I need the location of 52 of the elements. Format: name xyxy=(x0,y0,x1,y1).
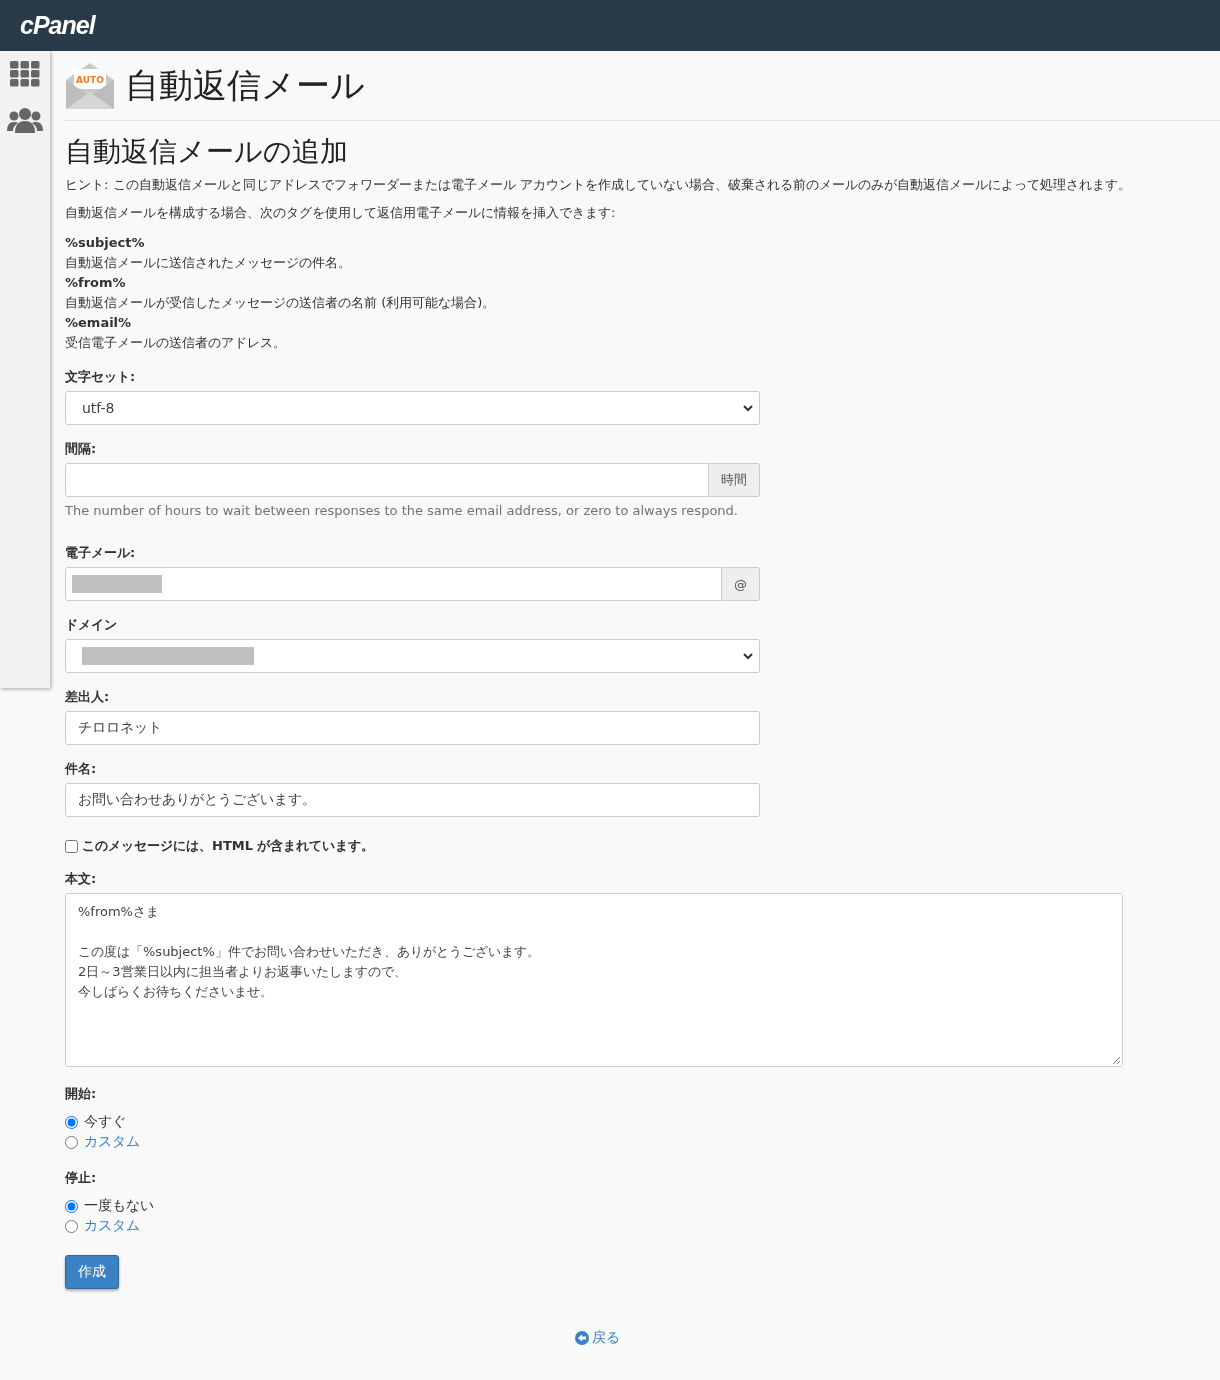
charset-select[interactable]: utf-8 xyxy=(65,391,760,425)
field-label: 件名: xyxy=(65,760,98,778)
page-title: 自動返信メール xyxy=(125,63,365,107)
field-label: 開始: xyxy=(65,1085,98,1103)
field-label: 停止: xyxy=(65,1169,98,1187)
body-text-line: %from%さま xyxy=(78,903,159,921)
body-text-line: 2日～3営業日以内に担当者よりお返事いたしますので、 xyxy=(78,963,407,981)
hint-text: ヒント: この自動返信メールと同じアドレスでフォワーダーまたは電子メール アカウントを作成していない場合、破棄される前のメールのみが自動返信メールによって処理されます。 xyxy=(65,176,1132,194)
grid-icon[interactable] xyxy=(10,61,40,87)
sender-input[interactable]: チロロネット xyxy=(65,711,760,745)
chevron-icon xyxy=(743,652,753,660)
radio-label: カスタム xyxy=(84,1217,140,1235)
radio-label: カスタム xyxy=(84,1133,140,1151)
field-label: ドメイン xyxy=(65,616,118,634)
subject-input[interactable]: お問い合わせありがとうございます。 xyxy=(65,783,760,817)
unit-addon: 時間 xyxy=(709,463,760,497)
body-text-line: この度は「%subject%」件でお問い合わせいただき、ありがとうございます。 xyxy=(78,943,540,961)
tag-description: 受信電子メールの送信者のアドレス。 xyxy=(65,334,287,352)
tag-name: %subject% xyxy=(65,234,146,252)
field-label: 差出人: xyxy=(65,688,111,706)
section-title: 自動返信メールの追加 xyxy=(65,134,349,170)
tag-name: %from% xyxy=(65,274,127,292)
tag-description: 自動返信メールが受信したメッセージの送信者の名前 (利用可能な場合)。 xyxy=(65,294,497,312)
chevron-icon xyxy=(743,404,753,412)
html-checkbox[interactable] xyxy=(65,839,78,853)
radio-label: 一度もない xyxy=(84,1197,154,1215)
radio-button[interactable] xyxy=(65,1199,78,1213)
radio-button[interactable] xyxy=(65,1219,78,1233)
checkbox-label: このメッセージには、HTML が含まれています。 xyxy=(82,837,375,855)
help-text: The number of hours to wait between responses to the same email address, or zero to always respond. xyxy=(65,503,739,518)
field-label: 本文: xyxy=(65,870,98,888)
logo[interactable]: cPanel xyxy=(20,11,95,40)
resize-grip-icon xyxy=(1112,1056,1120,1064)
field-label: 文字セット: xyxy=(65,368,137,386)
radio-button[interactable] xyxy=(65,1135,78,1149)
email-input[interactable] xyxy=(65,567,722,601)
radio-button[interactable] xyxy=(65,1115,78,1129)
tag-description: 自動返信メールに送信されたメッセージの件名。 xyxy=(65,254,352,272)
users-icon[interactable] xyxy=(7,107,43,133)
body-textarea[interactable]: %from%さま この度は「%subject%」件でお問い合わせいただき、ありがとうございます。 2日～3営業日以内に担当者よりお返事いたしますので、 今しばらくお待ちくださいませ。 xyxy=(65,893,1123,1067)
back-arrow-icon xyxy=(574,1331,589,1345)
intro-text: 自動返信メールを構成する場合、次のタグを使用して返信用電子メールに情報を挿入できます: xyxy=(65,204,617,222)
field-label: 電子メール: xyxy=(65,544,137,562)
field-label: 間隔: xyxy=(65,440,98,458)
back-link[interactable]: 戻る xyxy=(591,1329,620,1347)
hours-input[interactable] xyxy=(65,463,709,497)
tag-name: %email% xyxy=(65,314,133,332)
radio-label: 今すぐ xyxy=(84,1113,126,1131)
body-text-line: 今しばらくお待ちくださいませ。 xyxy=(78,983,273,1001)
at-addon: @ xyxy=(722,567,760,601)
create-button[interactable]: 作成 xyxy=(65,1255,119,1289)
badge-text: AUTO xyxy=(76,74,104,85)
